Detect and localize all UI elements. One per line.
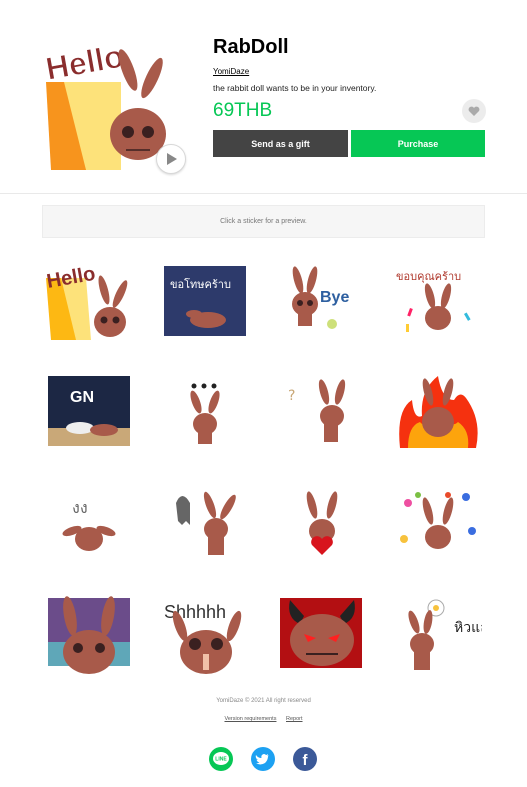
share-facebook-button[interactable]: f (293, 747, 317, 771)
sticker-thinking-image (190, 383, 220, 444)
preview-hint: Click a sticker for a preview. (220, 218, 307, 225)
sticker-shhh[interactable]: Shhhhh (162, 596, 255, 678)
sticker-good-night-image: GN (48, 376, 130, 446)
share-twitter-button[interactable] (251, 747, 275, 771)
author-link[interactable]: YomiDaze (213, 67, 249, 76)
svg-text:ขอบคุณคร้าบ: ขอบคุณคร้าบ (396, 270, 461, 283)
svg-text:GN: GN (70, 389, 94, 406)
product-header: Hello RabDoll YomiDaze the rabbit doll w… (0, 0, 527, 194)
sticker-angry-fire-image (399, 376, 478, 448)
sticker-shhh-image: Shhhhh (164, 602, 242, 674)
sticker-hello[interactable]: Hello (46, 258, 139, 340)
sticker-love[interactable] (278, 483, 371, 565)
svg-text:Hello: Hello (46, 263, 97, 293)
svg-text:?: ? (288, 388, 295, 404)
footer-links: Version requirements Report (0, 716, 527, 722)
sticker-devil[interactable] (278, 596, 371, 678)
sticker-flowers[interactable] (394, 483, 487, 565)
svg-text:หิวแล้ว: หิวแล้ว (454, 620, 482, 636)
purchase-button[interactable]: Purchase (351, 130, 485, 157)
sticker-title: RabDoll (213, 36, 289, 58)
svg-text:งง: งง (72, 498, 88, 517)
sticker-ghost-image (176, 491, 236, 555)
sticker-confused[interactable]: ? (278, 370, 371, 452)
version-requirements-link[interactable]: Version requirements (224, 716, 276, 722)
svg-text:LINE: LINE (215, 757, 227, 763)
sticker-confused-image: ? (288, 379, 346, 442)
sticker-apology-image: ขอโทษคร้าบ (164, 266, 246, 336)
svg-text:Bye: Bye (320, 289, 349, 306)
sticker-sad-image (48, 596, 130, 674)
heart-icon (468, 106, 480, 116)
sticker-hungry[interactable]: หิวแล้ว (394, 596, 487, 678)
sticker-thank-you-image: ขอบคุณคร้าบ (396, 270, 471, 332)
share-line-button[interactable]: LINE (209, 747, 233, 771)
line-icon: LINE (213, 752, 229, 765)
sticker-bye-image: Bye (292, 266, 349, 329)
sticker-apology[interactable]: ขอโทษคร้าบ (162, 258, 255, 340)
play-icon (167, 153, 177, 165)
sticker-grid: Hello ขอโทษคร้าบ Bye ขอบคุณคร้าบ GN ? งง… (42, 258, 485, 678)
report-link[interactable]: Report (286, 716, 303, 722)
sticker-thank-you[interactable]: ขอบคุณคร้าบ (394, 258, 487, 340)
sticker-whatever[interactable]: งง (46, 483, 139, 565)
facebook-icon: f (303, 752, 309, 769)
copyright-text: YomiDaze © 2021 All right reserved (216, 698, 311, 704)
svg-text:f: f (303, 752, 309, 769)
sticker-devil-image (280, 598, 362, 668)
send-gift-button[interactable]: Send as a gift (213, 130, 348, 157)
sticker-hello-image: Hello (46, 263, 128, 340)
sticker-whatever-image: งง (62, 498, 116, 551)
sticker-hungry-image: หิวแล้ว (408, 599, 482, 670)
sticker-flowers-image (400, 492, 476, 549)
play-animation-button[interactable] (156, 144, 186, 174)
sticker-thinking[interactable] (162, 370, 255, 452)
sticker-description: the rabbit doll wants to be in your inve… (213, 83, 377, 93)
svg-text:ขอโทษคร้าบ: ขอโทษคร้าบ (170, 277, 231, 291)
sticker-sad[interactable] (46, 596, 139, 678)
favorite-button[interactable] (462, 99, 486, 123)
twitter-icon (255, 754, 269, 765)
sticker-love-image (306, 491, 338, 555)
sticker-good-night[interactable]: GN (46, 370, 139, 452)
sticker-angry-fire[interactable] (394, 370, 487, 452)
preview-area: Click a sticker for a preview. (42, 205, 485, 238)
svg-text:Hello: Hello (46, 42, 126, 87)
sticker-ghost[interactable] (162, 483, 255, 565)
sticker-bye[interactable]: Bye (278, 258, 371, 340)
price: 69THB (213, 100, 273, 121)
